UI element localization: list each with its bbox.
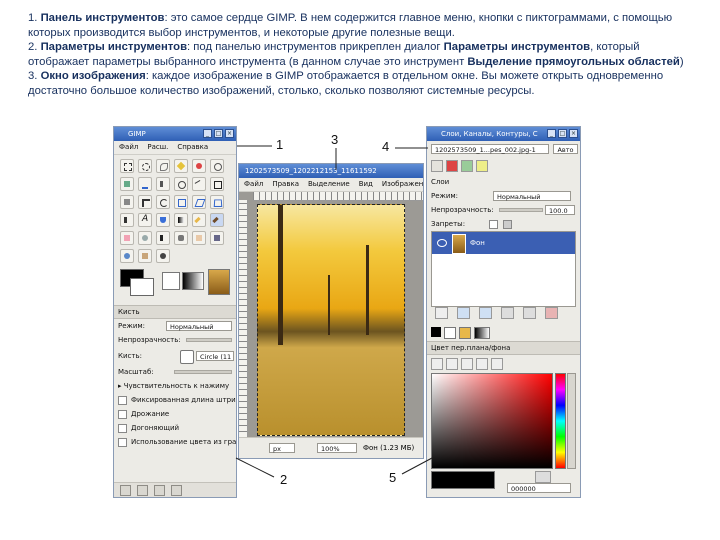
callout-2: 2: [280, 472, 288, 487]
callout-4: 4: [382, 139, 390, 154]
callout-lines: [235, 145, 433, 478]
callout-line-5: [401, 457, 433, 475]
callout-line-2: [235, 457, 275, 478]
callout-1: 1: [276, 137, 284, 152]
callout-5: 5: [389, 470, 397, 485]
callout-3: 3: [331, 132, 339, 147]
